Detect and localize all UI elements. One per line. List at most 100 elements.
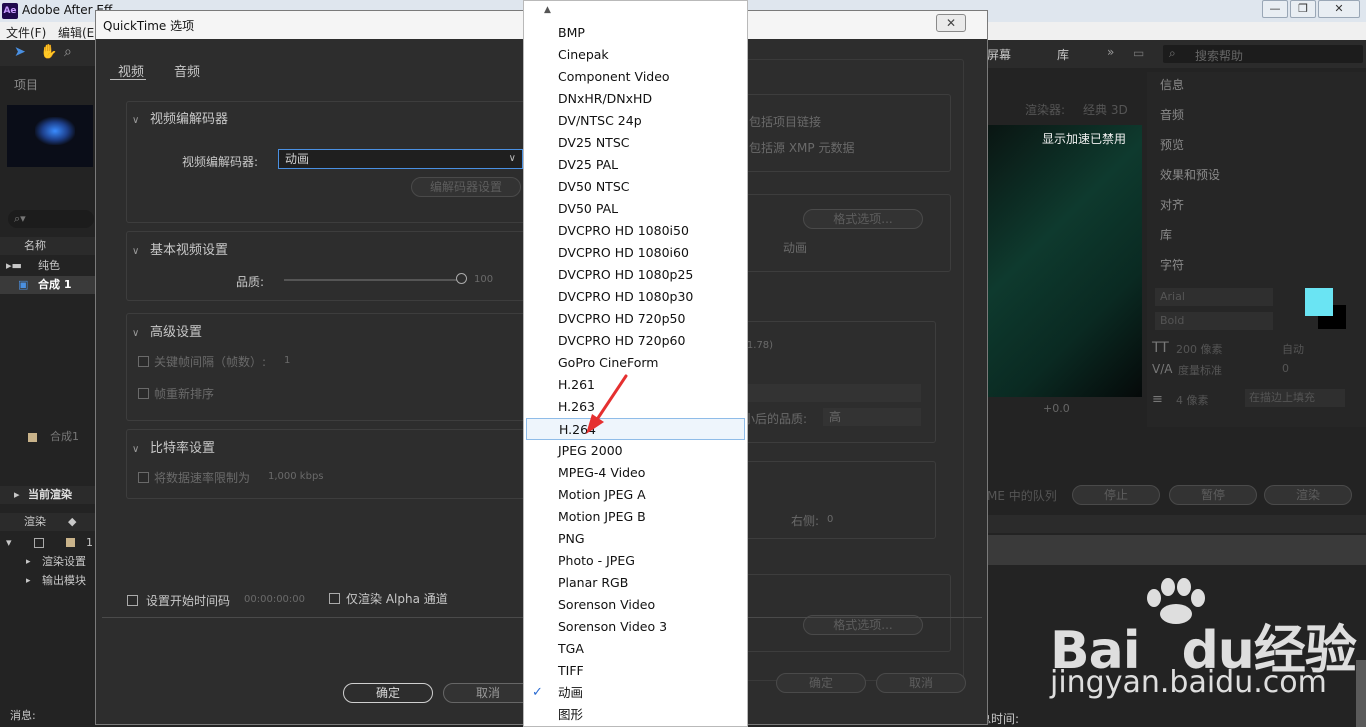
codec-option[interactable]: MPEG-4 Video [524, 462, 747, 484]
render-queue-selected-row[interactable] [987, 535, 1366, 565]
codec-option[interactable]: DVCPRO HD 1080i50 [524, 220, 747, 242]
codec-option[interactable]: DVCPRO HD 1080p30 [524, 286, 747, 308]
cancel-button[interactable]: 取消 [443, 683, 533, 703]
codec-option[interactable]: DVCPRO HD 1080p25 [524, 264, 747, 286]
codec-option[interactable]: DV50 PAL [524, 198, 747, 220]
panel-align[interactable]: 对齐 [1160, 196, 1184, 213]
codec-option[interactable]: GoPro CineForm [524, 352, 747, 374]
leading-value[interactable]: 自动 [1282, 341, 1304, 357]
codec-option[interactable]: Motion JPEG A [524, 484, 747, 506]
video-codec-section-title[interactable]: ∨ 视频编解码器 [132, 108, 228, 127]
codec-option[interactable]: Sorenson Video [524, 594, 747, 616]
project-search-icon[interactable]: ⌕▾ [8, 210, 94, 228]
project-item-solid-folder[interactable]: ▸▬ 纯色 [0, 257, 96, 275]
codec-option[interactable]: ✓ 动画 [524, 682, 747, 704]
codec-option[interactable]: DVCPRO HD 720p60 [524, 330, 747, 352]
reorder-frames-checkbox[interactable] [138, 388, 149, 399]
codec-option[interactable]: DNxHR/DNxHD [524, 88, 747, 110]
panel-preview[interactable]: 预览 [1160, 136, 1184, 153]
video-codec-select[interactable]: 动画 ∨ [278, 149, 523, 169]
more-workspaces-icon[interactable]: » [1107, 45, 1114, 59]
codec-option[interactable]: BMP [524, 22, 747, 44]
alpha-only-checkbox[interactable] [329, 593, 340, 604]
codec-option[interactable]: DVCPRO HD 1080i60 [524, 242, 747, 264]
render-queue-item[interactable]: ▾ 1 [0, 534, 96, 552]
codec-option[interactable]: Planar RGB [524, 572, 747, 594]
codec-option[interactable]: JPEG 2000 [524, 440, 747, 462]
render-button[interactable]: 渲染 [1264, 485, 1352, 505]
ok-button[interactable]: 确定 [343, 683, 433, 703]
codec-option[interactable]: DV/NTSC 24p [524, 110, 747, 132]
hand-tool-icon[interactable]: ✋ [40, 44, 57, 60]
output-cancel-button[interactable]: 取消 [876, 673, 966, 693]
codec-option[interactable]: 图形 [524, 704, 747, 726]
output-ok-button[interactable]: 确定 [776, 673, 866, 693]
advanced-section-title[interactable]: ∨ 高级设置 [132, 321, 202, 340]
codec-option[interactable]: TIFF [524, 660, 747, 682]
menu-file[interactable]: 文件(F) [6, 24, 46, 41]
tab-video[interactable]: 视频 [118, 61, 144, 80]
project-item-comp[interactable]: ▣ 合成 1 [0, 276, 96, 294]
minimize-button[interactable]: — [1262, 0, 1288, 18]
tab-audio[interactable]: 音频 [174, 61, 200, 80]
start-timecode-checkbox[interactable] [127, 595, 138, 606]
resize-select[interactable] [743, 384, 921, 402]
panel-info[interactable]: 信息 [1160, 76, 1184, 93]
resize-quality-select[interactable]: 高 [823, 408, 921, 426]
bitrate-section-title[interactable]: ∨ 比特率设置 [132, 437, 215, 456]
audio-format-options-button[interactable]: 格式选项... [803, 615, 923, 635]
codec-option[interactable]: PNG [524, 528, 747, 550]
composition-viewer[interactable]: 显示加速已禁用 [987, 125, 1142, 397]
format-options-button[interactable]: 格式选项... [803, 209, 923, 229]
stroke-mode-select[interactable]: 在描边上填充 [1245, 389, 1345, 407]
app-close-button[interactable]: ✕ [1318, 0, 1360, 18]
font-family-select[interactable]: Arial [1155, 288, 1273, 306]
exposure-value[interactable]: +0.0 [1043, 402, 1070, 415]
stroke-size-value[interactable]: 4 像素 [1176, 392, 1209, 408]
codec-option[interactable]: DV25 NTSC [524, 132, 747, 154]
tracking-value[interactable]: 度量标准 [1178, 362, 1222, 378]
panel-effects[interactable]: 效果和预设 [1160, 166, 1220, 183]
selection-tool-icon[interactable]: ➤ [14, 44, 26, 60]
project-panel-tab[interactable]: 项目 [14, 74, 38, 96]
scroll-up-icon[interactable]: ▲ [544, 5, 551, 15]
display-icon[interactable]: ▭ [1133, 46, 1144, 60]
codec-option[interactable]: Cinepak [524, 44, 747, 66]
font-size-value[interactable]: 200 像素 [1176, 341, 1223, 357]
zoom-tool-icon[interactable]: ⌕ [64, 44, 72, 60]
output-module-row[interactable]: ▸ 输出模块 [0, 572, 96, 590]
render-checkbox[interactable] [34, 538, 44, 548]
timeline-comp-row[interactable]: 合成1 [0, 428, 96, 446]
codec-option[interactable]: Sorenson Video 3 [524, 616, 747, 638]
codec-option[interactable]: DV50 NTSC [524, 176, 747, 198]
panel-character[interactable]: 字符 [1160, 256, 1184, 273]
screen-tab[interactable]: 屏幕 [987, 46, 1011, 63]
menu-edit[interactable]: 编辑(E) [58, 24, 99, 41]
codec-option[interactable]: Photo - JPEG [524, 550, 747, 572]
quality-slider-track[interactable] [284, 279, 462, 281]
pause-button[interactable]: 暂停 [1169, 485, 1257, 505]
vertical-scrollbar[interactable] [1356, 660, 1366, 727]
library-tab[interactable]: 库 [1057, 46, 1069, 63]
help-search-input[interactable]: ⌕ 搜索帮助 [1163, 45, 1363, 63]
panel-audio[interactable]: 音频 [1160, 106, 1184, 123]
render-settings-row[interactable]: ▸ 渲染设置 [0, 553, 96, 571]
renderer-value[interactable]: 经典 3D [1083, 101, 1128, 118]
quality-slider-handle[interactable] [456, 273, 467, 284]
codec-option[interactable]: Motion JPEG B [524, 506, 747, 528]
font-style-select[interactable]: Bold [1155, 312, 1273, 330]
codec-option[interactable]: DV25 PAL [524, 154, 747, 176]
codec-settings-button[interactable]: 编解码器设置 [411, 177, 521, 197]
panel-library[interactable]: 库 [1160, 226, 1172, 243]
codec-option[interactable]: Component Video [524, 66, 747, 88]
tracking-number[interactable]: 0 [1282, 362, 1289, 375]
keyframe-checkbox[interactable] [138, 356, 149, 367]
basic-video-section-title[interactable]: ∨ 基本视频设置 [132, 239, 228, 258]
codec-dropdown-list[interactable]: ▲ BMP Cinepak Component Video DNxHR/DNxHD DV… [523, 0, 748, 727]
dialog-close-button[interactable]: ✕ [936, 14, 966, 32]
codec-option[interactable]: DVCPRO HD 720p50 [524, 308, 747, 330]
maximize-button[interactable]: ❐ [1290, 0, 1316, 18]
codec-option[interactable]: TGA [524, 638, 747, 660]
stop-button[interactable]: 停止 [1072, 485, 1160, 505]
limit-bitrate-checkbox[interactable] [138, 472, 149, 483]
